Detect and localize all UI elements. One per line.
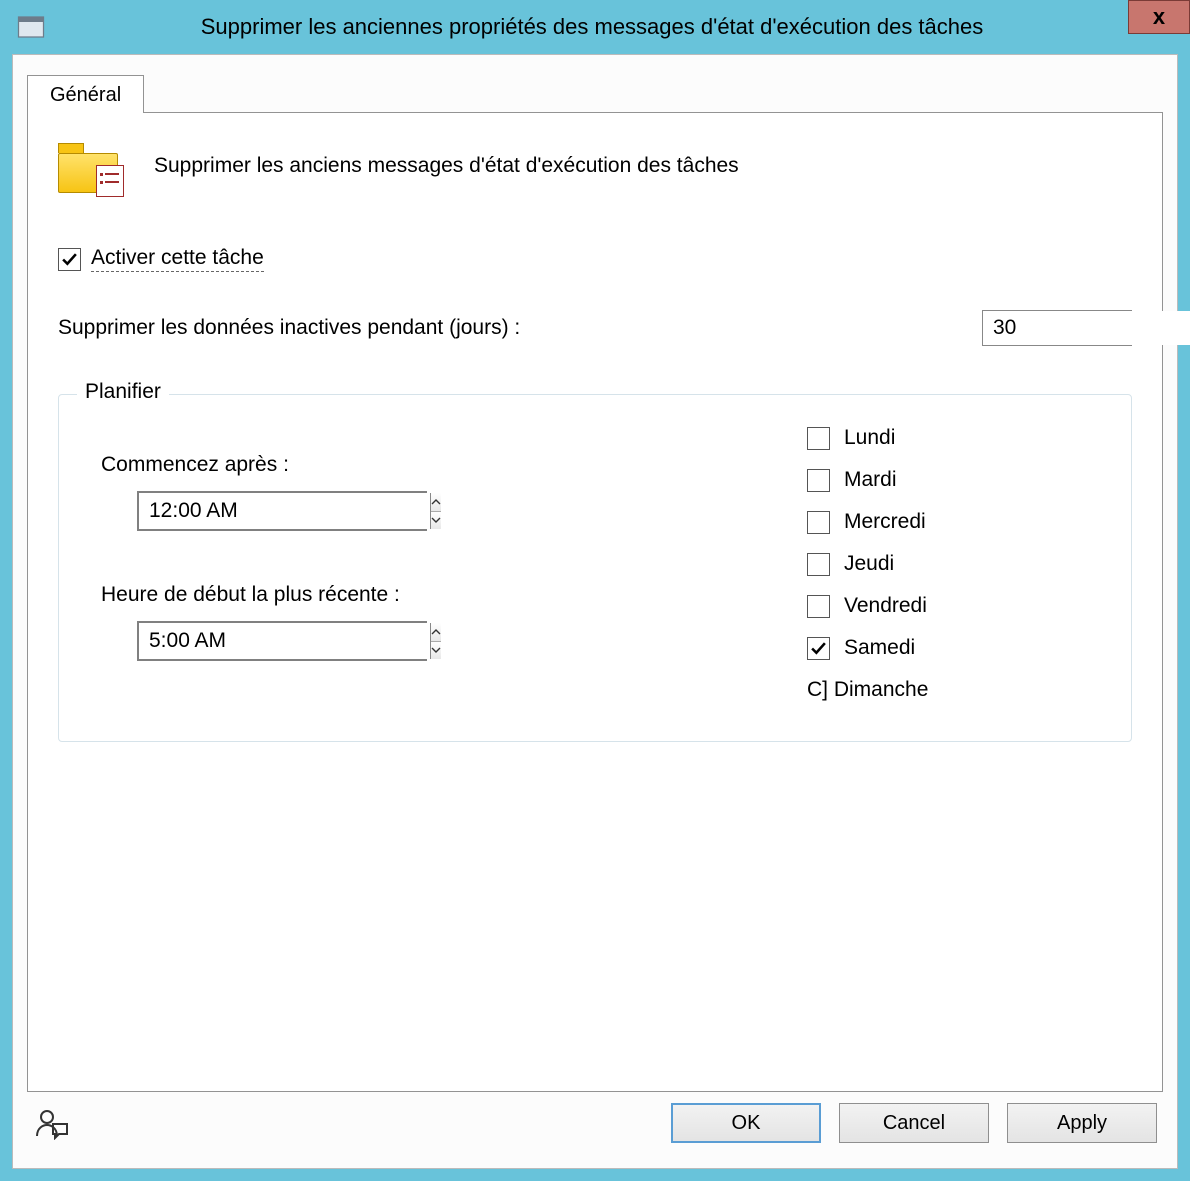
day-label: Samedi [844, 636, 915, 660]
enable-task-row: Activer cette tâche [58, 246, 1132, 272]
day-label: Lundi [844, 426, 895, 450]
titlebar: Supprimer les anciennes propriétés des m… [0, 0, 1190, 54]
client-area: Général Supprimer les anciens messages d… [12, 54, 1178, 1169]
inactive-days-spinner [982, 310, 1132, 346]
day-checkbox-vendredi[interactable] [807, 595, 830, 618]
separator [58, 225, 1132, 226]
start-after-spin-buttons [430, 493, 441, 529]
user-comment-icon [35, 1106, 69, 1140]
day-checkbox-lundi[interactable] [807, 427, 830, 450]
day-label: Mardi [844, 468, 897, 492]
ok-button[interactable]: OK [671, 1103, 821, 1143]
chevron-down-icon [431, 517, 441, 523]
day-checkbox-jeudi[interactable] [807, 553, 830, 576]
task-folder-icon [58, 139, 120, 193]
schedule-times: Commencez après : [83, 413, 787, 711]
window-title: Supprimer les anciennes propriétés des m… [54, 14, 1190, 40]
day-label: Mercredi [844, 510, 926, 534]
latest-start-label: Heure de début la plus récente : [101, 583, 787, 607]
properties-dialog: Supprimer les anciennes propriétés des m… [0, 0, 1190, 1181]
inactive-days-row: Supprimer les données inactives pendant … [58, 310, 1132, 346]
day-checkbox-mercredi[interactable] [807, 511, 830, 534]
start-after-up-button[interactable] [431, 493, 441, 512]
inactive-days-label: Supprimer les données inactives pendant … [58, 316, 520, 340]
start-after-label: Commencez après : [101, 453, 787, 477]
tab-general[interactable]: Général [27, 75, 144, 113]
day-row: Lundi [807, 417, 1107, 459]
apply-button[interactable]: Apply [1007, 1103, 1157, 1143]
day-row: Mardi [807, 459, 1107, 501]
chevron-down-icon [431, 647, 441, 653]
tab-panel-general: Supprimer les anciens messages d'état d'… [27, 113, 1163, 1092]
start-after-input[interactable] [139, 493, 430, 529]
close-button[interactable]: x [1128, 0, 1190, 34]
enable-task-checkbox[interactable] [58, 248, 81, 271]
dialog-footer: OK Cancel Apply [27, 1092, 1163, 1154]
day-row: Samedi [807, 627, 1107, 669]
latest-start-input[interactable] [139, 623, 430, 659]
inactive-days-input[interactable] [983, 311, 1190, 345]
schedule-days: Lundi Mardi Mercredi Jeudi Vendredi Samedi C] … [807, 413, 1107, 711]
tab-underline [27, 112, 1163, 113]
day-checkbox-mardi[interactable] [807, 469, 830, 492]
chevron-up-icon [431, 629, 441, 635]
day-row: Vendredi [807, 585, 1107, 627]
header-description: Supprimer les anciens messages d'état d'… [154, 154, 739, 178]
latest-start-group: Heure de début la plus récente : [101, 583, 787, 661]
latest-start-spin-buttons [430, 623, 441, 659]
latest-start-spinner [137, 621, 427, 661]
schedule-legend: Planifier [77, 380, 169, 404]
header-row: Supprimer les anciens messages d'état d'… [58, 139, 1132, 193]
day-row: Jeudi [807, 543, 1107, 585]
latest-start-up-button[interactable] [431, 623, 441, 642]
tab-row: Général [27, 69, 1163, 113]
day-row-dimanche: C] Dimanche [807, 669, 1107, 711]
start-after-spinner [137, 491, 427, 531]
cancel-button[interactable]: Cancel [839, 1103, 989, 1143]
day-label: Vendredi [844, 594, 927, 618]
enable-task-label: Activer cette tâche [91, 246, 264, 272]
day-row: Mercredi [807, 501, 1107, 543]
start-after-group: Commencez après : [101, 453, 787, 531]
latest-start-down-button[interactable] [431, 642, 441, 660]
start-after-down-button[interactable] [431, 512, 441, 530]
chevron-up-icon [431, 499, 441, 505]
day-label: Jeudi [844, 552, 894, 576]
window-icon [16, 12, 46, 42]
day-checkbox-samedi[interactable] [807, 637, 830, 660]
close-icon: x [1153, 4, 1165, 30]
schedule-fieldset: Planifier Commencez après : [58, 394, 1132, 742]
